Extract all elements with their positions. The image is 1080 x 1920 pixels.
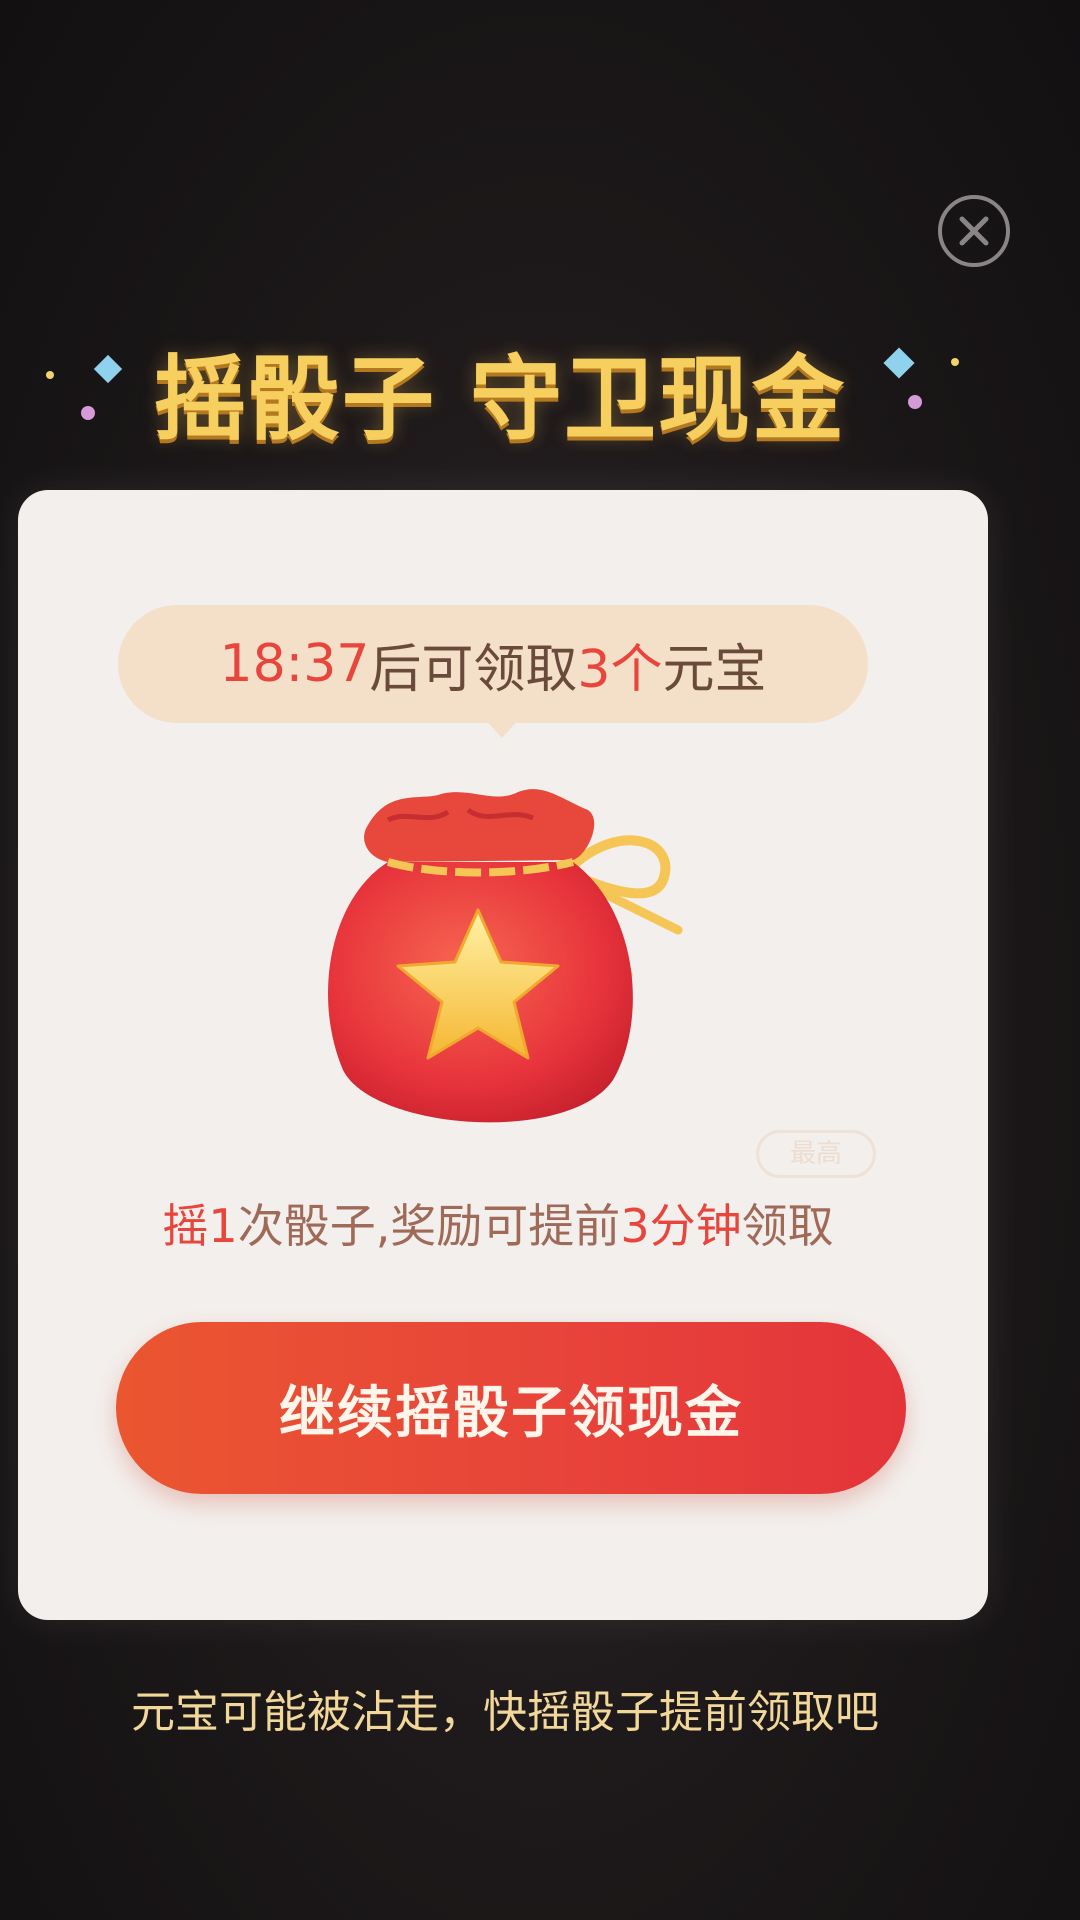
- ingot-count: 3个: [577, 639, 663, 700]
- reward-text-middle: 次骰子,奖励可提前: [237, 1199, 621, 1253]
- countdown-text: 后可领取: [369, 639, 578, 700]
- reward-text-end: 领取: [741, 1199, 834, 1253]
- reward-minutes: 3分钟: [620, 1199, 742, 1253]
- pill-pointer: [486, 720, 518, 738]
- reward-shake-verb: 摇: [162, 1199, 209, 1253]
- reward-shake-count: 1: [208, 1199, 238, 1253]
- lucky-bag-icon: [328, 789, 683, 1123]
- countdown-time: 18:37: [219, 634, 370, 694]
- close-button[interactable]: [938, 195, 1010, 267]
- max-badge: 最高: [756, 1130, 876, 1178]
- continue-shake-button[interactable]: 继续摇骰子领现金: [116, 1322, 906, 1494]
- reward-description: 摇1次骰子,奖励可提前3分钟领取: [18, 1190, 978, 1256]
- close-icon: [959, 216, 989, 246]
- countdown-pill: 18:37 后可领取 3个 元宝: [118, 605, 868, 723]
- footer-hint: 元宝可能被沾走，快摇骰子提前领取吧: [131, 1687, 879, 1738]
- ingot-unit: 元宝: [662, 639, 767, 700]
- reward-card: 18:37 后可领取 3个 元宝 最高 摇1次骰子,奖励可提前3分钟领取 继续摇…: [18, 490, 988, 1620]
- page-title: 摇骰子 守卫现金: [153, 346, 847, 453]
